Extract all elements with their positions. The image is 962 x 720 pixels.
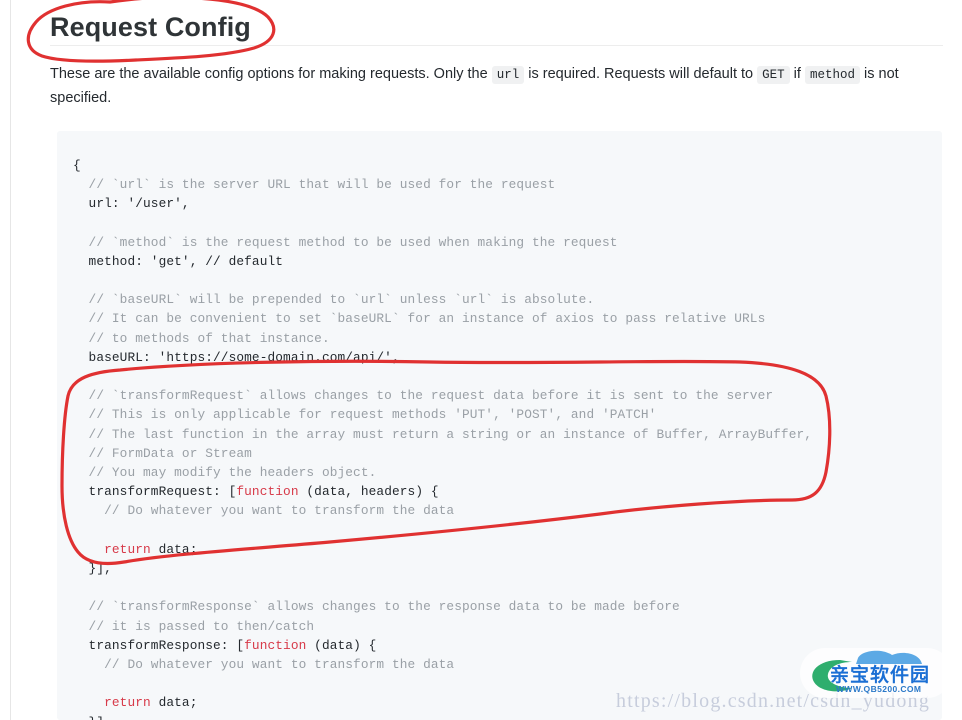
documentation-page: Request Config These are the available c… [0, 0, 962, 720]
intro-paragraph: These are the available config options f… [50, 66, 899, 106]
inline-code-url: url [491, 66, 525, 84]
site-logo-watermark: 亲宝软件园 WWW.QB5200.COM [800, 648, 952, 704]
left-border-rule [10, 0, 11, 720]
page-title: Request Config [50, 12, 251, 42]
logo-brand-text: 亲宝软件园 [830, 664, 931, 686]
inline-code-method: method [804, 66, 860, 84]
code-block[interactable]: { // `url` is the server URL that will b… [57, 131, 942, 720]
inline-code-GET: GET [757, 66, 790, 84]
title-divider [50, 45, 943, 46]
code-content: { // `url` is the server URL that will b… [73, 157, 813, 720]
logo-site-text: WWW.QB5200.COM [836, 684, 922, 694]
